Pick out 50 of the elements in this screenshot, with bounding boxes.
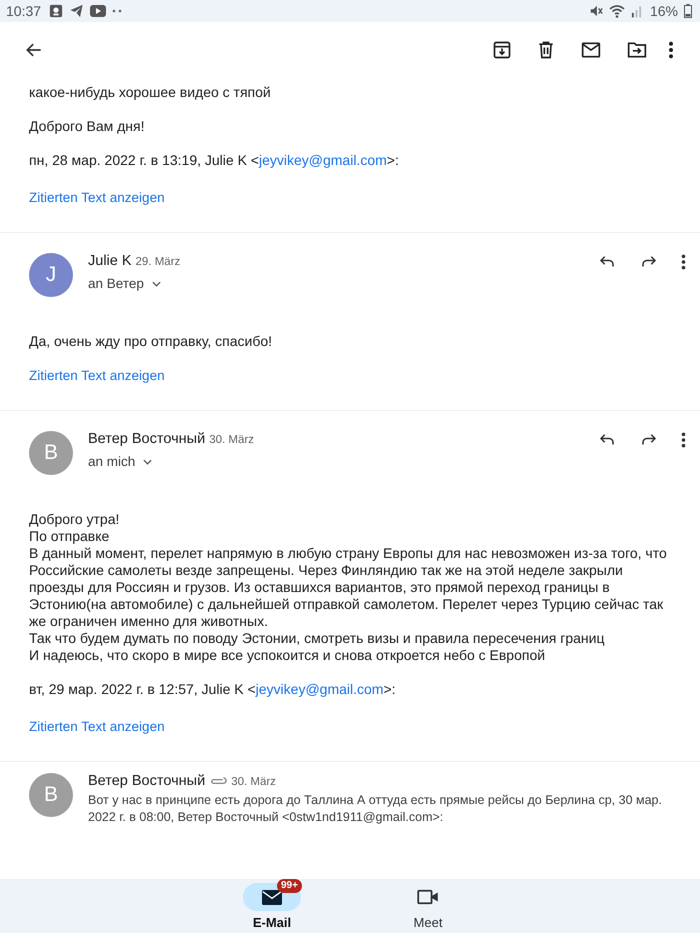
message-text: Доброго утра! — [29, 511, 120, 528]
avatar: J — [29, 253, 73, 297]
clock: 10:37 — [6, 3, 42, 19]
message-text: По отправке — [29, 528, 110, 545]
sender-name: Ветер Восточный — [88, 773, 206, 789]
wifi-icon — [608, 4, 625, 18]
mail-icon[interactable] — [580, 40, 602, 60]
email-link[interactable]: jeyvikey@gmail.com — [256, 681, 384, 697]
nav-tab[interactable]: 99+ E-Mail — [229, 879, 315, 933]
sender-name: Ветер Восточный — [88, 431, 206, 447]
mail-icon — [262, 890, 282, 904]
battery-icon — [684, 4, 692, 18]
avatar: B — [29, 773, 73, 817]
show-quoted-text-link[interactable]: Zitierten Text anzeigen — [29, 189, 165, 206]
archive-icon[interactable] — [492, 40, 512, 60]
show-quoted-text-link[interactable]: Zitierten Text anzeigen — [29, 367, 165, 384]
video-camera-icon — [417, 889, 439, 905]
battery-level: 16% — [650, 3, 678, 19]
message-text: И надеюсь, что скоро в мире все успокоится и снова откроется небо с Европой — [29, 647, 546, 664]
message-text: Так что будем думать по поводу Эстонии, смотреть визы и правила пересечения границ — [29, 630, 606, 647]
play-icon — [90, 5, 106, 17]
message-text: В данный момент, перелет напрямую в любую страну Европы для нас невозможен из-за того, что Российские самолеты везде запрещены. Через Финляндию так же на этой неделе закрыли проезды для Россиян и грузов. Из оставшихся вариантов, это прямой переход границы в Эстонию(на автомобиле) с дальнейшей отправкой самолетом. Перелет через Турцию сейчас так же ограничен именно для животных. — [29, 545, 668, 630]
quote-header: пн, 28 мар. 2022 г. в 13:19, Julie K <jeyvikey@gmail.com>: — [29, 152, 400, 169]
signal-icon — [630, 4, 642, 18]
unread-count-badge: 99+ — [277, 879, 302, 893]
photo-app-icon — [49, 4, 64, 18]
more-notifications-icon — [112, 9, 122, 13]
email-link[interactable]: jeyvikey@gmail.com — [258, 152, 387, 168]
message-text: Доброго Вам дня! — [29, 118, 146, 135]
mute-icon — [588, 4, 603, 18]
more-options-icon[interactable] — [668, 41, 674, 59]
sender-name: Julie K — [88, 253, 132, 269]
paper-plane-icon — [69, 4, 84, 18]
more-options-icon[interactable] — [681, 254, 686, 270]
message-date: 29. März — [136, 256, 180, 268]
message-date: 30. März — [209, 434, 254, 446]
message-snippet: Вот у нас в принципе есть дорога до Таллина А оттуда есть прямые рейсы до Берлина ср, 30 мар. 2022 г. в 08:00, Ветер Восточный <0stw1nd1911@gmail.com>: — [88, 792, 663, 826]
avatar: B — [29, 431, 73, 475]
message-text: Да, очень жду про отправку, спасибо! — [29, 333, 274, 350]
recipient-dropdown[interactable]: an Ветер — [88, 276, 161, 291]
message-text: какое-нибудь хорошее видео с тяпой — [29, 84, 272, 101]
recipient-dropdown[interactable]: an mich — [88, 454, 152, 469]
chevron-down-icon — [152, 280, 161, 286]
chevron-down-icon — [143, 458, 152, 464]
move-to-folder-icon[interactable] — [626, 40, 648, 60]
quote-header: вт, 29 мар. 2022 г. в 12:57, Julie K <jeyvikey@gmail.com>: — [29, 681, 397, 698]
nav-tab[interactable]: Meet — [385, 879, 471, 933]
more-options-icon[interactable] — [681, 432, 686, 448]
show-quoted-text-link[interactable]: Zitierten Text anzeigen — [29, 718, 165, 735]
message-date: 30. März — [231, 776, 276, 788]
